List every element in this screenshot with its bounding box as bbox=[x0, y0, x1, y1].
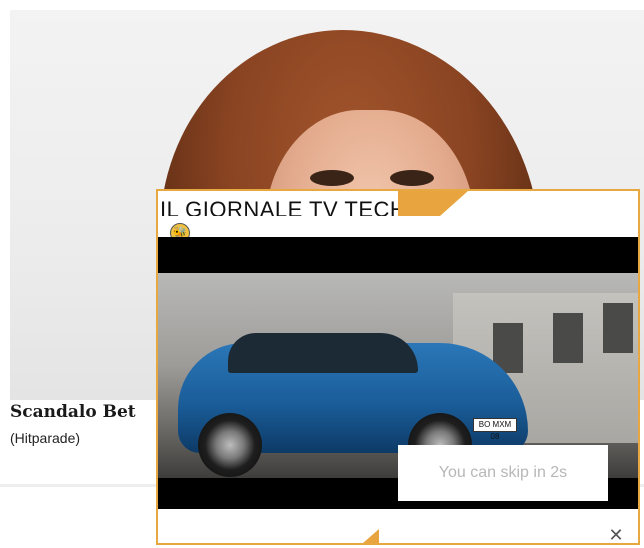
video-ad-overlay[interactable]: IL GIORNALE TV TECH 🐝 BO MXM 08 You can … bbox=[156, 189, 640, 545]
skip-countdown: You can skip in 2s bbox=[398, 445, 608, 501]
car-window bbox=[228, 333, 418, 373]
building-window bbox=[603, 303, 633, 353]
ad-header-tab bbox=[398, 191, 468, 216]
front-wheel bbox=[198, 413, 262, 477]
article-source: (Hitparade) bbox=[10, 430, 81, 446]
license-plate: BO MXM 08 bbox=[473, 418, 517, 441]
left-eye bbox=[310, 170, 354, 186]
ad-footer-tab bbox=[363, 529, 379, 543]
article-title[interactable]: Scandalo Bet bbox=[10, 402, 136, 422]
ad-brand-title: IL GIORNALE TV TECH bbox=[160, 197, 398, 216]
right-eye bbox=[390, 170, 434, 186]
ad-header: IL GIORNALE TV TECH bbox=[158, 191, 398, 216]
building-window bbox=[553, 313, 583, 363]
close-icon[interactable]: ✕ bbox=[606, 526, 626, 543]
